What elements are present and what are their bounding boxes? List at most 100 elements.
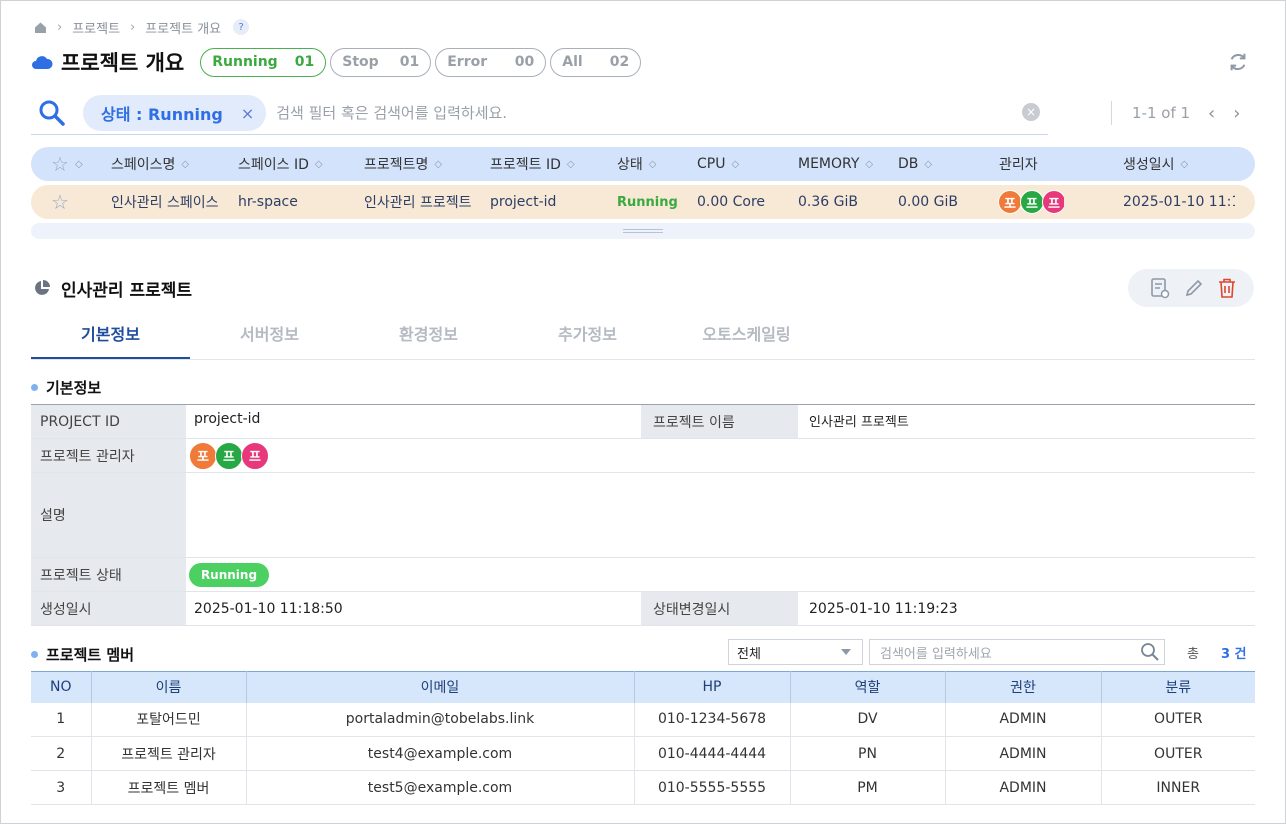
sort-icon: ◇ [648, 158, 657, 170]
favorite-column[interactable]: ☆ ◇ [51, 147, 83, 181]
page-header: 프로젝트 개요 Running 01 Stop 01 Error 00 All … [31, 46, 645, 78]
chevron-right-icon[interactable]: › [1233, 103, 1240, 124]
cell-hp: 010-4444-4444 [634, 736, 791, 771]
edit-icon[interactable] [1183, 277, 1205, 299]
detail-tabs: 기본정보 서버정보 환경정보 추가정보 오토스케일링 [31, 314, 1255, 360]
cell-no: 3 [31, 770, 92, 805]
member-filter-select[interactable]: 전체 [728, 639, 863, 665]
search-input[interactable] [276, 104, 977, 122]
column-header-permission: 권한 [945, 671, 1102, 703]
breadcrumb: › 프로젝트 › 프로젝트 개요 ? [34, 18, 250, 37]
avatar[interactable]: 프 [1020, 190, 1044, 214]
column-header-db[interactable]: DB ◇ [898, 147, 932, 181]
column-header-space-name[interactable]: 스페이스명 ◇ [111, 147, 189, 181]
detail-header: 인사관리 프로젝트 [33, 275, 192, 301]
resize-handle-icon[interactable] [623, 229, 663, 233]
refresh-icon[interactable] [1227, 51, 1249, 73]
status-filter-running[interactable]: Running 01 [200, 47, 327, 77]
column-header-email: 이메일 [246, 671, 635, 703]
pill-count: 00 [514, 54, 535, 70]
column-header-cpu[interactable]: CPU ◇ [697, 147, 739, 181]
cell-category: INNER [1101, 770, 1255, 805]
cloud-icon [32, 56, 53, 69]
help-icon[interactable]: ? [233, 19, 250, 35]
search-icon[interactable] [1140, 642, 1160, 662]
column-header-project-id[interactable]: 프로젝트 ID ◇ [490, 147, 575, 181]
column-header-space-id[interactable]: 스페이스 ID ◇ [238, 147, 323, 181]
column-header-created[interactable]: 생성일시 ◇ [1123, 147, 1188, 181]
sort-icon: ◇ [731, 158, 740, 170]
label-created: 생성일시 [31, 592, 186, 625]
sort-icon: ◇ [566, 158, 575, 170]
cell-created: 2025-01-10 11:18 [1123, 194, 1235, 210]
clear-icon[interactable]: × [1022, 103, 1040, 121]
breadcrumb-item-project[interactable]: 프로젝트 [72, 18, 120, 37]
label-description: 설명 [31, 473, 186, 557]
tab-autoscaling[interactable]: 오토스케일링 [667, 314, 826, 359]
pill-label: Stop [342, 54, 379, 70]
sort-icon: ◇ [181, 158, 190, 170]
column-header-name: 이름 [91, 671, 247, 703]
status-filter-chip[interactable]: 상태 : Running × [83, 95, 267, 131]
column-header-memory[interactable]: MEMORY ◇ [798, 147, 873, 181]
grid-header: ☆ ◇ 스페이스명 ◇ 스페이스 ID ◇ 프로젝트명 ◇ 프로젝트 ID ◇ 상태 ◇ C… [31, 147, 1255, 181]
cell-space-name: 인사관리 스페이스 [111, 195, 219, 211]
member-search-input[interactable]: 검색어를 입력하세요 [869, 639, 1165, 665]
pie-chart-icon [35, 280, 50, 295]
tab-additional-info[interactable]: 추가정보 [508, 314, 667, 359]
cell-project-name: 인사관리 프로젝트 [364, 195, 472, 211]
column-header-status[interactable]: 상태 ◇ [617, 147, 656, 181]
cell-hp: 010-1234-5678 [634, 702, 791, 737]
cell-category: OUTER [1101, 736, 1255, 771]
delete-icon[interactable] [1216, 277, 1238, 299]
section-title: 프로젝트 멤버 [46, 646, 135, 664]
avatar[interactable]: 포 [998, 190, 1022, 214]
pill-count: 02 [609, 54, 630, 70]
status-filter-stop[interactable]: Stop 01 [330, 47, 432, 77]
close-icon[interactable]: × [241, 104, 254, 123]
cell-role: PN [790, 736, 946, 771]
status-filter-error[interactable]: Error 00 [435, 47, 547, 77]
avatar[interactable]: 프 [241, 441, 269, 470]
sort-icon: ◇ [434, 158, 443, 170]
info-row: 설명 [31, 473, 1255, 558]
cell-role: DV [790, 702, 946, 737]
cell-name: 포탈어드민 [91, 702, 247, 737]
tab-basic-info[interactable]: 기본정보 [31, 314, 190, 359]
cell-space-id: hr-space [238, 194, 298, 210]
column-header-project-name[interactable]: 프로젝트명 ◇ [364, 147, 442, 181]
cell-no: 2 [31, 736, 92, 771]
avatar[interactable]: 프 [215, 441, 243, 470]
cell-name: 프로젝트 멤버 [91, 770, 247, 805]
label-project-name: 프로젝트 이름 [641, 405, 798, 438]
breadcrumb-item-overview[interactable]: 프로젝트 개요 [145, 18, 221, 37]
home-icon[interactable] [34, 21, 47, 34]
status-filter-all[interactable]: All 02 [550, 47, 642, 77]
members-header-row: NO 이름 이메일 HP 역할 권한 분류 [31, 671, 1255, 703]
bullet-icon [31, 651, 38, 658]
table-row[interactable]: 3 프로젝트 멤버 test5@example.com 010-5555-555… [31, 770, 1255, 805]
star-icon[interactable]: ☆ [51, 185, 69, 219]
avatar[interactable]: 프 [1042, 190, 1064, 214]
page-title: 프로젝트 개요 [61, 51, 185, 75]
cell-email: test4@example.com [246, 736, 635, 771]
filter-chip-label: 상태 : Running [101, 105, 223, 124]
cell-name: 프로젝트 관리자 [91, 736, 247, 771]
chevron-left-icon[interactable]: ‹ [1208, 103, 1215, 124]
avatar[interactable]: 포 [189, 441, 217, 470]
label-project-id: PROJECT ID [31, 405, 186, 438]
members-table: NO 이름 이메일 HP 역할 권한 분류 1 포탈어드민 portaladmi… [31, 671, 1255, 805]
cell-email: test5@example.com [246, 770, 635, 805]
search-icon[interactable] [37, 98, 67, 128]
breadcrumb-separator: › [130, 19, 136, 35]
table-row[interactable]: 1 포탈어드민 portaladmin@tobelabs.link 010-12… [31, 702, 1255, 737]
table-row[interactable]: ☆ 인사관리 스페이스 hr-space 인사관리 프로젝트 project-i… [31, 185, 1255, 219]
detail-title: 인사관리 프로젝트 [61, 280, 193, 301]
grid-resize-bar[interactable] [31, 223, 1255, 239]
tab-environment-info[interactable]: 환경정보 [349, 314, 508, 359]
table-row[interactable]: 2 프로젝트 관리자 test4@example.com 010-4444-44… [31, 736, 1255, 771]
tab-server-info[interactable]: 서버정보 [190, 314, 349, 359]
sort-icon: ◇ [1180, 158, 1189, 170]
detail-actions [1128, 269, 1254, 307]
settings-document-icon[interactable] [1148, 276, 1172, 300]
